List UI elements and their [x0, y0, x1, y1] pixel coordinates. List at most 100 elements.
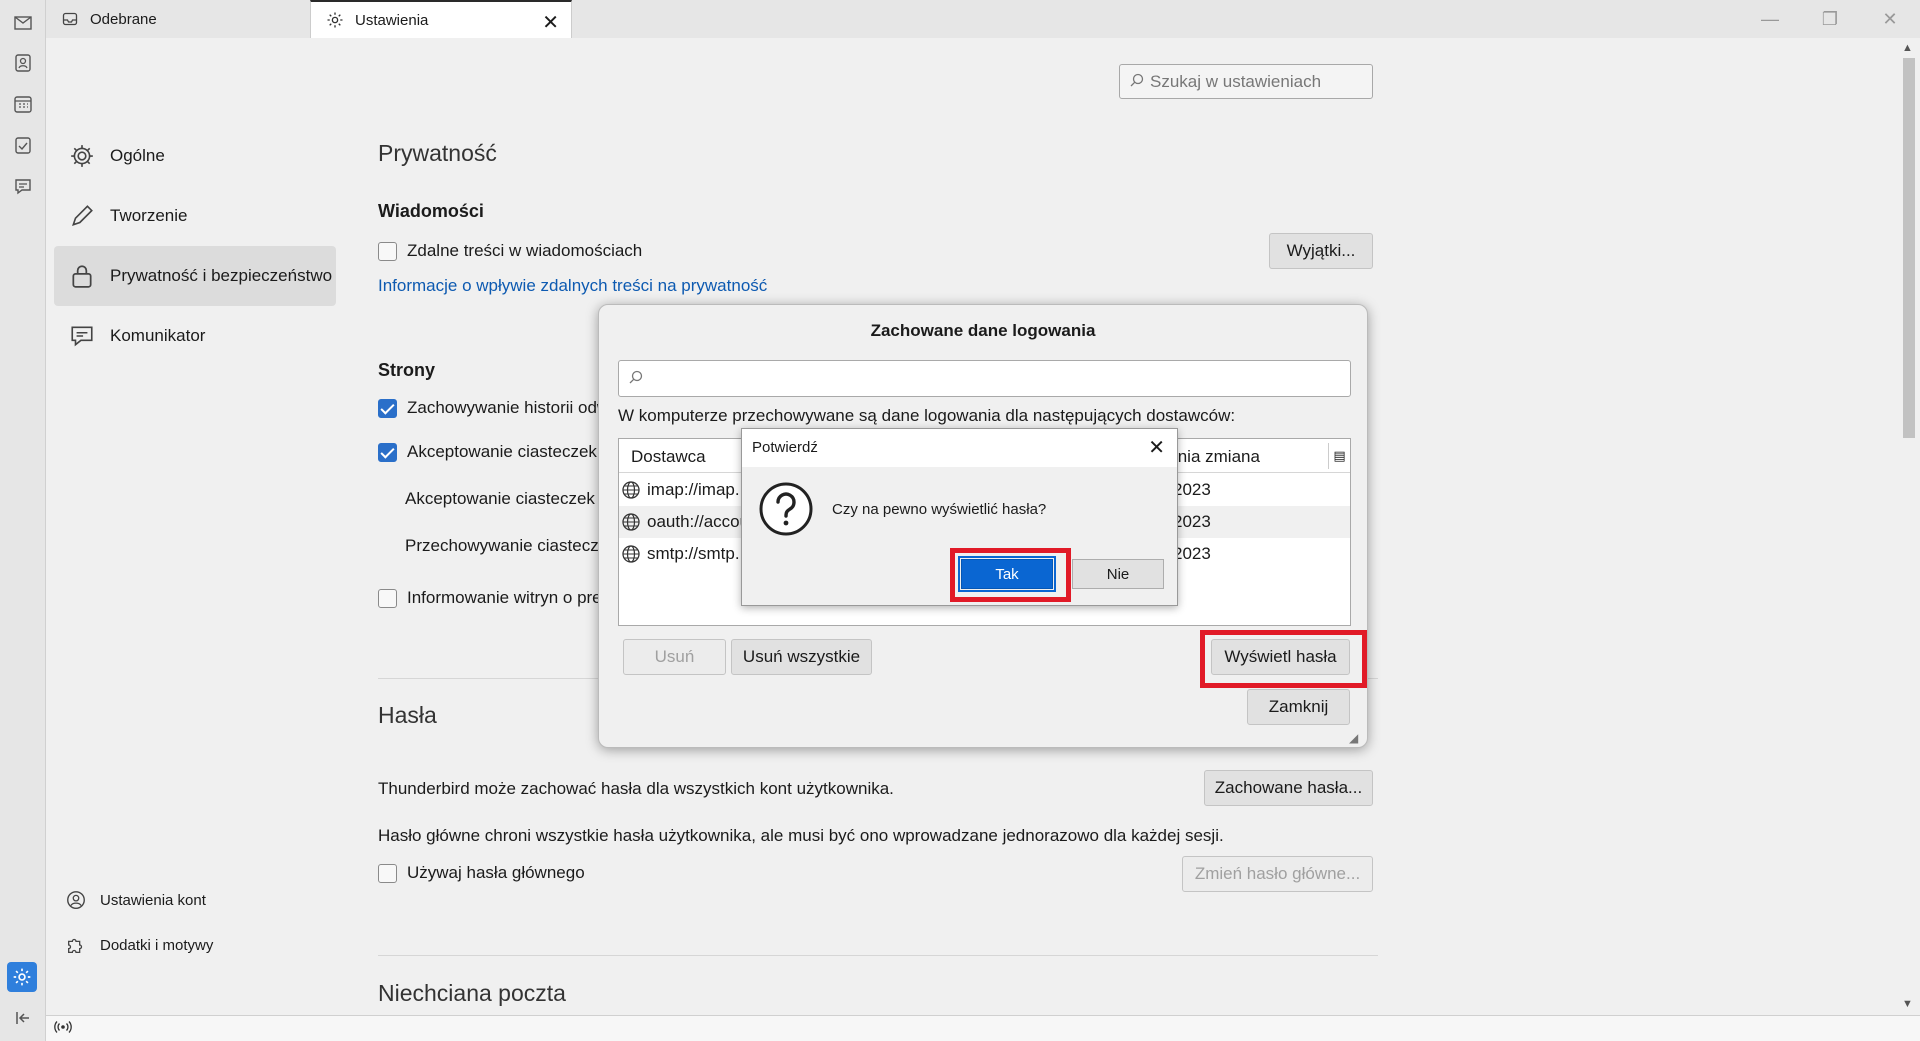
connection-status-icon[interactable]	[54, 1020, 72, 1037]
tab-inbox-label: Odebrane	[90, 10, 157, 28]
nav-item-general-label: Ogólne	[110, 146, 165, 165]
nav-item-privacy[interactable]: Prywatność i bezpieczeństwo	[54, 246, 336, 306]
close-dialog-button[interactable]: Zamknij	[1247, 689, 1350, 725]
address-book-icon[interactable]	[11, 51, 35, 75]
question-icon	[759, 482, 813, 536]
scroll-up-icon[interactable]: ▲	[1902, 42, 1913, 54]
globe-icon	[622, 513, 640, 531]
row-changed: 2023	[1173, 544, 1211, 563]
master-password-description: Hasło główne chroni wszystkie hasła użyt…	[378, 826, 1224, 845]
saved-passwords-button[interactable]: Zachowane hasła...	[1204, 770, 1373, 806]
highlight-box	[1200, 630, 1367, 688]
column-picker-icon[interactable]: ▤	[1328, 443, 1350, 469]
nav-item-compose-label: Tworzenie	[110, 206, 188, 225]
nav-item-compose[interactable]: Tworzenie	[54, 186, 336, 246]
row-changed: 2023	[1173, 512, 1211, 531]
nav-account-settings-label: Ustawienia kont	[100, 891, 206, 909]
checkbox-checked[interactable]	[378, 442, 397, 462]
puzzle-icon	[64, 933, 88, 957]
checkbox[interactable]	[378, 863, 397, 883]
settings-space-button[interactable]	[7, 962, 37, 992]
third-party-cookies-label: Akceptowanie ciasteczek z	[405, 489, 609, 508]
calendar-icon[interactable]	[11, 92, 35, 116]
tab-settings[interactable]: Ustawienia ✕	[310, 0, 572, 38]
nav-addons-label: Dodatki i motywy	[100, 936, 214, 954]
scrollbar-thumb[interactable]	[1903, 58, 1915, 438]
close-icon[interactable]: ✕	[1148, 435, 1165, 460]
history-label: Zachowywanie historii odw	[407, 398, 610, 417]
confirm-title-bar: Potwierdź ✕	[742, 429, 1177, 467]
dialog-title: Zachowane dane logowania	[870, 321, 1096, 340]
nav-item-chat-label: Komunikator	[110, 326, 206, 345]
nav-item-general[interactable]: Ogólne	[54, 126, 336, 186]
row-provider: imap://imap.	[647, 480, 740, 499]
account-settings-icon	[64, 888, 88, 912]
dnt-label: Informowanie witryn o pre	[407, 588, 602, 607]
tasks-icon[interactable]	[11, 133, 35, 157]
junk-title: Niechciana poczta	[378, 980, 566, 1006]
globe-icon	[622, 481, 640, 499]
remove-all-button[interactable]: Usuń wszystkie	[731, 639, 872, 675]
collapse-toolbar-icon[interactable]	[11, 1006, 35, 1030]
passwords-description: Thunderbird może zachować hasła dla wszy…	[378, 779, 894, 798]
row-provider: oauth://accou	[647, 512, 750, 531]
tab-inbox[interactable]: Odebrane	[46, 0, 310, 38]
checkbox[interactable]	[378, 241, 397, 261]
master-password-label: Używaj hasła głównego	[407, 863, 585, 882]
scroll-down-icon[interactable]: ▼	[1902, 998, 1913, 1010]
remote-content-label: Zdalne treści w wiadomościach	[407, 241, 643, 260]
chat-icon[interactable]	[11, 174, 35, 198]
minimize-button[interactable]: —	[1740, 0, 1800, 38]
search-icon	[1130, 72, 1144, 92]
status-bar	[46, 1015, 1920, 1041]
gear-icon	[325, 10, 345, 30]
settings-search-input[interactable]: Szukaj w ustawieniach	[1119, 64, 1373, 99]
remote-content-checkbox[interactable]: Zdalne treści w wiadomościach	[378, 241, 642, 261]
divider	[378, 955, 1378, 956]
nav-item-chat[interactable]: Komunikator	[54, 306, 336, 366]
nav-account-settings[interactable]: Ustawienia kont	[64, 888, 206, 912]
change-master-password-button[interactable]: Zmień hasło główne...	[1182, 856, 1373, 892]
pencil-icon	[68, 202, 96, 230]
inbox-icon	[60, 9, 80, 29]
column-provider[interactable]: Dostawca	[631, 447, 706, 467]
checkbox-checked[interactable]	[378, 398, 397, 418]
exceptions-button[interactable]: Wyjątki...	[1269, 233, 1373, 269]
highlight-box	[950, 548, 1071, 602]
tab-settings-label: Ustawienia	[355, 11, 429, 29]
close-icon[interactable]: ✕	[542, 10, 559, 35]
privacy-title: Prywatność	[378, 140, 497, 166]
row-changed: 2023	[1173, 480, 1211, 499]
chat-icon	[68, 322, 96, 350]
nav-addons[interactable]: Dodatki i motywy	[64, 933, 213, 957]
spaces-toolbar	[0, 0, 46, 1041]
search-icon	[629, 369, 643, 389]
nav-item-privacy-label: Prywatność i bezpieczeństwo	[110, 266, 333, 285]
resize-grip-icon[interactable]: ◢	[1349, 731, 1358, 745]
logins-description: W komputerze przechowywane są dane logow…	[618, 406, 1236, 425]
passwords-title: Hasła	[378, 702, 437, 728]
lock-icon	[68, 262, 96, 290]
settings-nav: Ogólne Tworzenie Prywatność i bezpieczeń…	[46, 38, 343, 1015]
remove-button[interactable]: Usuń	[623, 639, 726, 675]
globe-icon	[622, 545, 640, 563]
restore-button[interactable]: ❐	[1800, 0, 1860, 38]
sites-heading: Strony	[378, 360, 436, 380]
remote-content-info-link[interactable]: Informacje o wpływie zdalnych treści na …	[378, 276, 767, 296]
cookies-checkbox[interactable]: Akceptowanie ciasteczek	[378, 442, 597, 462]
close-window-button[interactable]: ✕	[1860, 0, 1920, 38]
mail-icon[interactable]	[11, 11, 35, 35]
column-last-changed[interactable]: tnia zmiana	[1173, 447, 1260, 467]
history-checkbox[interactable]: Zachowywanie historii odw	[378, 398, 609, 418]
confirm-message: Czy na pewno wyświetlić hasła?	[832, 501, 1047, 518]
master-password-checkbox[interactable]: Używaj hasła głównego	[378, 863, 585, 883]
dnt-checkbox[interactable]: Informowanie witryn o pre	[378, 588, 602, 608]
scrollbar[interactable]: ▲ ▼	[1898, 38, 1920, 1015]
no-button[interactable]: Nie	[1072, 559, 1164, 589]
cookies-label: Akceptowanie ciasteczek	[407, 442, 597, 461]
checkbox[interactable]	[378, 588, 397, 608]
search-placeholder: Szukaj w ustawieniach	[1150, 71, 1322, 91]
logins-search-input[interactable]	[618, 360, 1351, 397]
keep-cookies-label: Przechowywanie ciasteczek	[405, 536, 617, 555]
gear-icon	[68, 142, 96, 170]
